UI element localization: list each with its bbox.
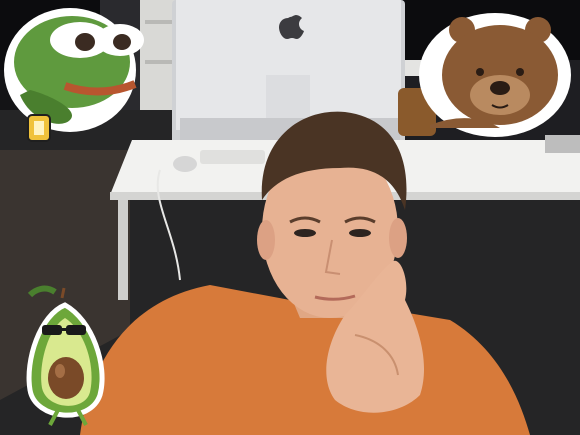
keyboard <box>200 150 265 164</box>
brown-bear-icon <box>419 13 571 137</box>
scene-illustration <box>0 0 580 435</box>
mouse <box>173 156 197 172</box>
webcam-frame <box>0 0 580 435</box>
